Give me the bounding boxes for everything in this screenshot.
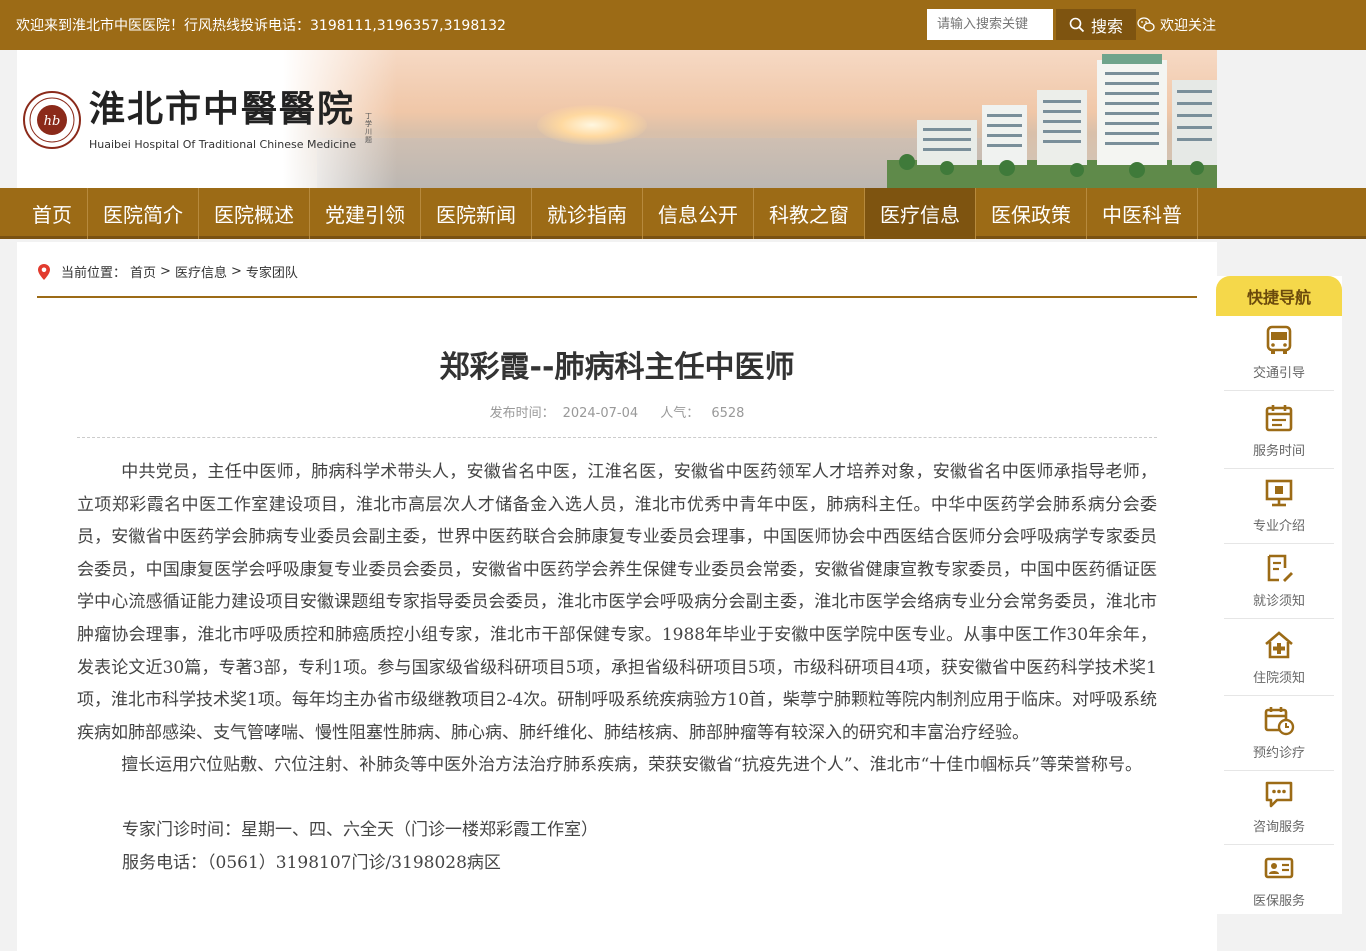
views-label: 人气： bbox=[660, 406, 700, 421]
quick-nav-label: 交通引导 bbox=[1252, 366, 1305, 381]
nav-item-insurance-policy[interactable]: 医保政策 bbox=[976, 188, 1087, 239]
nav-item-info-disclosure[interactable]: 信息公开 bbox=[643, 188, 754, 239]
quick-nav-insurance-service[interactable]: 医保服务 bbox=[1224, 844, 1334, 919]
article-paragraph: 擅长运用穴位贴敷、穴位注射、补肺灸等中医外治方法治疗肺系疾病，荣获安徽省“抗疫先… bbox=[121, 755, 1142, 776]
quick-nav-inpatient-notice[interactable]: 住院须知 bbox=[1224, 621, 1334, 696]
follow-link[interactable]: 欢迎关注 bbox=[1137, 9, 1216, 40]
banner-sunset bbox=[537, 105, 647, 145]
welcome-hotline-text: 欢迎来到淮北市中医医院！行风热线投诉电话：3198111,3196357,319… bbox=[16, 18, 506, 34]
breadcrumb-expert-team[interactable]: 专家团队 bbox=[246, 262, 298, 281]
calendar-icon bbox=[1265, 405, 1293, 432]
nav-item-tcm-science[interactable]: 中医科普 bbox=[1087, 188, 1198, 239]
breadcrumb-prefix: 当前位置： bbox=[61, 266, 127, 281]
main-nav: 首页 医院简介 医院概述 党建引领 医院新闻 就诊指南 信息公开 科教之窗 医疗… bbox=[0, 188, 1366, 239]
nav-item-hospital-news[interactable]: 医院新闻 bbox=[421, 188, 532, 239]
location-pin-icon bbox=[38, 263, 50, 280]
hospital-seal-logo: hb bbox=[23, 91, 81, 149]
nav-item-education[interactable]: 科教之窗 bbox=[754, 188, 865, 239]
nav-item-home[interactable]: 首页 bbox=[17, 188, 88, 239]
search-button[interactable]: 搜索 bbox=[1056, 9, 1136, 40]
publish-label: 发布时间： bbox=[489, 406, 555, 421]
follow-label: 欢迎关注 bbox=[1160, 17, 1216, 34]
search-button-label: 搜索 bbox=[1090, 16, 1123, 36]
meta-divider bbox=[77, 437, 1157, 438]
breadcrumb-separator: > bbox=[160, 264, 171, 279]
quick-nav-label: 咨询服务 bbox=[1252, 820, 1305, 835]
svg-text:hb: hb bbox=[44, 114, 61, 129]
hospital-icon bbox=[1265, 631, 1293, 659]
nav-item-medical-info[interactable]: 医疗信息 bbox=[865, 188, 976, 239]
quick-nav-consultation[interactable]: 咨询服务 bbox=[1224, 770, 1334, 845]
header-banner: hb 淮北市中醫醫院 Huaibei Hospital Of Tradition… bbox=[17, 50, 1217, 188]
quick-nav-label: 预约诊疗 bbox=[1252, 746, 1305, 761]
search-icon bbox=[1069, 17, 1085, 32]
quick-nav-service-hours[interactable]: 服务时间 bbox=[1224, 394, 1334, 469]
quick-nav-title: 快捷导航 bbox=[1216, 276, 1342, 316]
article-paragraph: 中共党员，主任中医师，肺病科学术带头人，安徽省名中医，江淮名医，安徽省中医药领军… bbox=[77, 462, 1157, 743]
nav-item-hospital-intro[interactable]: 医院简介 bbox=[88, 188, 199, 239]
calligrapher-signature: 丁学川题 bbox=[365, 112, 372, 144]
article-title: 郑彩霞--肺病科主任中医师 bbox=[439, 350, 795, 385]
appointment-icon bbox=[1264, 707, 1295, 736]
breadcrumb-divider bbox=[37, 296, 1197, 298]
id-card-icon bbox=[1264, 857, 1294, 879]
nav-item-hospital-overview[interactable]: 医院概述 bbox=[199, 188, 310, 239]
breadcrumb-separator: > bbox=[230, 264, 242, 279]
breadcrumb-medical-info[interactable]: 医疗信息 bbox=[175, 262, 227, 281]
document-edit-icon bbox=[1267, 554, 1293, 582]
quick-nav-label: 就诊须知 bbox=[1252, 594, 1305, 609]
quick-nav-visit-notice[interactable]: 就诊须知 bbox=[1224, 544, 1334, 619]
breadcrumb-home[interactable]: 首页 bbox=[130, 262, 156, 281]
top-bar: 欢迎来到淮北市中医医院！行风热线投诉电话：3198111,3196357,319… bbox=[0, 0, 1366, 50]
views-count: 6528 bbox=[711, 406, 745, 421]
article-meta: 发布时间： 2024-07-04 人气： 6528 bbox=[17, 402, 1217, 421]
quick-nav-label: 服务时间 bbox=[1252, 444, 1305, 459]
publish-date: 2024-07-04 bbox=[562, 406, 639, 421]
quick-nav-panel: 快捷导航 交通引导 服务时间 专业介绍 就诊须知 住院须知 预约诊疗 咨询服务 … bbox=[1216, 276, 1342, 914]
quick-nav-department-intro[interactable]: 专业介绍 bbox=[1224, 469, 1334, 544]
hospital-name-en: Huaibei Hospital Of Traditional Chinese … bbox=[89, 138, 357, 151]
chat-icon bbox=[1265, 781, 1293, 808]
quick-nav-label: 医保服务 bbox=[1252, 894, 1305, 909]
quick-nav-traffic[interactable]: 交通引导 bbox=[1224, 316, 1334, 391]
clinic-hours: 专家门诊时间：星期一、四、六全天（门诊一楼郑彩霞工作室） bbox=[122, 819, 598, 840]
presentation-icon bbox=[1265, 479, 1293, 507]
nav-item-visit-guide[interactable]: 就诊指南 bbox=[532, 188, 643, 239]
quick-nav-label: 专业介绍 bbox=[1252, 519, 1305, 534]
article-body: 中共党员，主任中医师，肺病科学术带头人，安徽省名中医，江淮名医，安徽省中医药领军… bbox=[77, 456, 1157, 879]
quick-nav-appointment[interactable]: 预约诊疗 bbox=[1224, 696, 1334, 771]
hospital-buildings-illustration bbox=[887, 54, 1217, 188]
bus-icon bbox=[1266, 325, 1292, 354]
main-content: 当前位置： 首页 > 医疗信息 > 专家团队 郑彩霞--肺病科主任中医师 发布时… bbox=[17, 242, 1217, 951]
service-phone: 服务电话：（0561）3198107门诊/3198028病区 bbox=[122, 852, 501, 873]
search-input[interactable] bbox=[927, 9, 1053, 40]
hospital-name-cn: 淮北市中醫醫院 bbox=[89, 88, 356, 130]
breadcrumb: 当前位置： 首页 > 医疗信息 > 专家团队 bbox=[37, 262, 298, 281]
quick-nav-label: 住院须知 bbox=[1252, 671, 1305, 686]
wechat-icon bbox=[1137, 16, 1155, 32]
nav-item-party-building[interactable]: 党建引领 bbox=[310, 188, 421, 239]
